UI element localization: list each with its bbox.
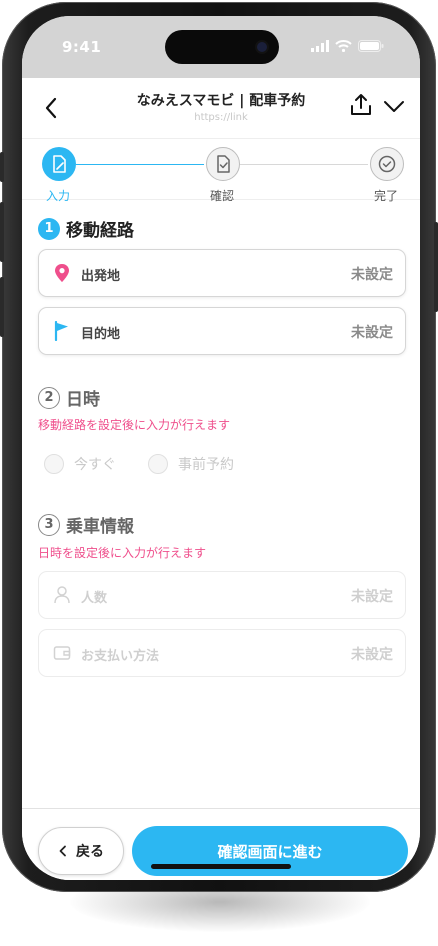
payment-method-field[interactable]: お支払い方法 未設定 [38,629,406,677]
back-button-label: 戻る [76,844,104,860]
section-number-badge: 3 [38,513,60,536]
field-label: 出発地 [81,269,121,284]
app-screen: 9:41 なみえスマモビ | 配車予約 https://link 入力 確認 完… [22,16,420,880]
signal-icon [311,40,329,52]
flag-icon [54,321,68,341]
wifi-icon [335,40,352,52]
radio-label: 事前予約 [178,457,234,473]
footer-bar: 戻る 確認画面に進む [22,808,420,880]
home-indicator [151,864,291,869]
back-button[interactable]: 戻る [38,827,124,875]
field-label: 人数 [81,591,108,606]
step-connector-2 [240,164,368,165]
dynamic-island [165,30,279,64]
edit-document-icon [53,155,66,173]
wallet-icon [53,646,71,660]
status-time: 9:41 [62,38,102,56]
field-value: 未設定 [351,647,393,663]
datetime-hint: 移動経路を設定後に入力が行えます [38,418,231,432]
field-label: 目的地 [81,327,121,342]
chevron-down-icon[interactable] [382,96,406,116]
volume-up-button [0,202,4,262]
phone-frame: 9:41 なみえスマモビ | 配車予約 https://link 入力 確認 完… [0,2,438,892]
step-complete-indicator [370,147,404,181]
step-connector-1 [76,164,204,165]
field-value: 未設定 [351,589,393,605]
passenger-count-field[interactable]: 人数 未設定 [38,571,406,619]
field-label: お支払い方法 [81,649,160,664]
volume-down-button [0,277,4,337]
radio-circle [148,454,168,474]
section-title: 移動経路 [66,221,134,241]
field-value: 未設定 [351,267,393,283]
check-circle-icon [378,155,396,173]
radio-label: 今すぐ [74,457,116,473]
destination-field[interactable]: 目的地 未設定 [38,307,406,355]
status-icons [311,40,384,52]
route-section-header: 1 移動経路 [38,216,134,241]
progress-stepper: 入力 確認 完了 [22,138,420,203]
status-bar: 9:41 [22,16,420,78]
radio-now[interactable]: 今すぐ [44,454,116,474]
departure-field[interactable]: 出発地 未設定 [38,249,406,297]
radio-circle [44,454,64,474]
proceed-button-label: 確認画面に進む [217,842,323,861]
step-label-complete: 完了 [374,189,399,203]
radio-reserve[interactable]: 事前予約 [148,454,234,474]
camera-icon [257,42,267,52]
share-icon[interactable] [349,92,373,118]
step-label-confirm: 確認 [210,189,235,203]
power-button [434,222,438,312]
mute-switch [0,152,4,182]
field-value: 未設定 [351,325,393,341]
battery-icon [358,40,384,52]
section-title: 日時 [66,390,100,410]
chevron-left-icon [59,845,66,857]
map-pin-icon [55,264,69,282]
ride-hint: 日時を設定後に入力が行えます [38,546,207,560]
person-icon [54,586,70,604]
datetime-section-header: 2 日時 [38,385,100,410]
ride-section-header: 3 乗車情報 [38,512,134,537]
section-number-badge: 2 [38,386,60,409]
step-label-input: 入力 [46,189,71,203]
section-title: 乗車情報 [66,517,134,537]
section-number-badge: 1 [38,217,60,240]
check-document-icon [217,155,230,173]
step-input-indicator [42,147,76,181]
app-bar: なみえスマモビ | 配車予約 https://link [22,78,420,138]
step-confirm-indicator [206,147,240,181]
